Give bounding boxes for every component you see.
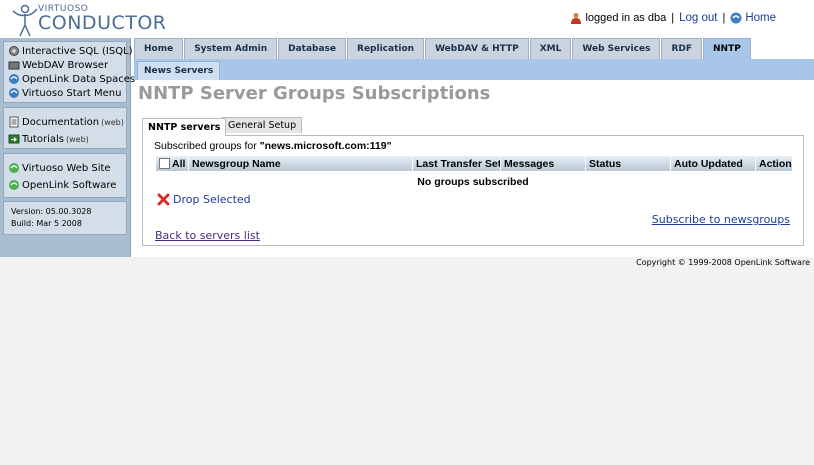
- subscribed-prefix: Subscribed groups for: [154, 140, 260, 152]
- col-status[interactable]: Status: [586, 156, 671, 171]
- separator: |: [722, 12, 726, 24]
- sub-tab-bar: News Servers: [134, 59, 814, 80]
- document-icon: [9, 116, 19, 128]
- sidebar-item-ods[interactable]: OpenLink Data Spaces: [8, 73, 135, 85]
- sidebar: Interactive SQL (ISQL) WebDAV Browser Op…: [0, 38, 135, 257]
- home-icon: [730, 12, 742, 24]
- tab-nntp[interactable]: NNTP: [703, 38, 751, 59]
- conductor-figure-icon: [12, 4, 38, 37]
- page-title: NNTP Server Groups Subscriptions: [138, 83, 491, 104]
- logged-in-text: logged in as dba: [585, 12, 667, 24]
- col-auto-updated[interactable]: Auto Updated: [671, 156, 756, 171]
- subscribed-groups-caption: Subscribed groups for "news.microsoft.co…: [154, 140, 392, 152]
- sidebar-item-label: WebDAV Browser: [22, 59, 109, 71]
- sidebar-item-start-menu[interactable]: Virtuoso Start Menu: [8, 87, 121, 99]
- sidebar-item-virtuoso-web[interactable]: Virtuoso Web Site: [8, 162, 111, 174]
- tab-xml[interactable]: XML: [529, 38, 572, 59]
- main-tab-bar: Home System Admin Database Replication W…: [134, 38, 752, 59]
- col-last-transfer[interactable]: Last Transfer Set: [413, 156, 501, 171]
- globe-icon: [9, 88, 19, 98]
- tab-webdav-http[interactable]: WebDAV & HTTP: [425, 38, 529, 59]
- sidebar-item-tutorials[interactable]: Tutorials (web): [8, 133, 89, 145]
- subscriptions-panel: Subscribed groups for "news.microsoft.co…: [142, 135, 804, 246]
- tutorial-icon: [8, 134, 20, 144]
- sidebar-item-label: OpenLink Data Spaces: [22, 73, 136, 85]
- sidebar-item-label: Virtuoso Web Site: [22, 162, 111, 174]
- logo-conductor-text: CONDUCTOR: [38, 12, 167, 34]
- globe-icon: [9, 74, 19, 84]
- logout-link[interactable]: Log out: [679, 12, 717, 24]
- sidebar-version-box: Version: 05.00.3028 Build: Mar 5 2008: [3, 201, 127, 235]
- build-text: Build: Mar 5 2008: [11, 219, 82, 228]
- sidebar-item-webdav[interactable]: WebDAV Browser: [8, 59, 108, 71]
- sidebar-item-documentation[interactable]: Documentation (web): [8, 116, 124, 128]
- copyright-text: Copyright © 1999-2008 OpenLink Software: [636, 258, 810, 267]
- server-name: "news.microsoft.com:119": [259, 140, 392, 152]
- sidebar-web-group: Virtuoso Web Site OpenLink Software: [3, 153, 127, 198]
- groups-table-header: All Newsgroup Name Last Transfer Set Mes…: [156, 156, 792, 171]
- subtab-news-servers[interactable]: News Servers: [137, 61, 221, 80]
- col-newsgroup-name[interactable]: Newsgroup Name: [189, 156, 413, 171]
- sidebar-item-label: Interactive SQL (ISQL): [22, 45, 133, 57]
- sidebar-item-isql[interactable]: Interactive SQL (ISQL): [8, 45, 133, 57]
- tab-home[interactable]: Home: [134, 38, 184, 59]
- tab-system-admin[interactable]: System Admin: [184, 38, 278, 59]
- version-text: Version: 05.00.3028: [11, 207, 92, 216]
- drop-selected-button[interactable]: Drop Selected: [157, 193, 251, 206]
- tab-web-services[interactable]: Web Services: [572, 38, 661, 59]
- tab-rdf[interactable]: RDF: [661, 38, 702, 59]
- select-all-checkbox[interactable]: [159, 158, 170, 169]
- home-link[interactable]: Home: [745, 12, 776, 24]
- col-action[interactable]: Action: [756, 156, 792, 171]
- col-select-all: All: [156, 156, 189, 171]
- separator: |: [671, 12, 675, 24]
- sidebar-item-label: Virtuoso Start Menu: [22, 87, 122, 99]
- sidebar-item-label: Documentation: [22, 116, 100, 128]
- header: VIRTUOSO CONDUCTOR logged in as dba | Lo…: [0, 0, 814, 38]
- sidebar-item-label: OpenLink Software: [22, 179, 117, 191]
- globe-icon: [9, 180, 19, 190]
- subscribe-link[interactable]: Subscribe to newsgroups: [652, 213, 790, 226]
- footer-area: [0, 257, 814, 465]
- sidebar-tools-group: Interactive SQL (ISQL) WebDAV Browser Op…: [3, 41, 135, 103]
- empty-message: No groups subscribed: [417, 176, 529, 188]
- tab-general-setup[interactable]: General Setup: [222, 117, 303, 133]
- sidebar-docs-group: Documentation (web) Tutorials (web): [3, 107, 127, 149]
- col-messages[interactable]: Messages: [501, 156, 586, 171]
- tab-database[interactable]: Database: [278, 38, 347, 59]
- user-bar: logged in as dba | Log out | Home: [570, 12, 776, 24]
- red-x-icon: [157, 193, 170, 206]
- tab-replication[interactable]: Replication: [347, 38, 425, 59]
- drop-selected-label: Drop Selected: [173, 193, 251, 206]
- virtuoso-conductor-logo[interactable]: VIRTUOSO CONDUCTOR: [8, 3, 168, 37]
- globe-icon: [9, 163, 19, 173]
- user-icon: [571, 13, 582, 24]
- tab-nntp-servers[interactable]: NNTP servers: [142, 118, 227, 136]
- back-to-servers-link[interactable]: Back to servers list: [155, 229, 260, 242]
- sidebar-item-openlink[interactable]: OpenLink Software: [8, 179, 116, 191]
- web-suffix: (web): [101, 117, 124, 127]
- col-all-label: All: [172, 157, 186, 170]
- gear-icon: [9, 46, 19, 56]
- sidebar-item-label: Tutorials: [22, 133, 64, 145]
- folder-icon: [8, 61, 20, 70]
- web-suffix: (web): [65, 134, 89, 144]
